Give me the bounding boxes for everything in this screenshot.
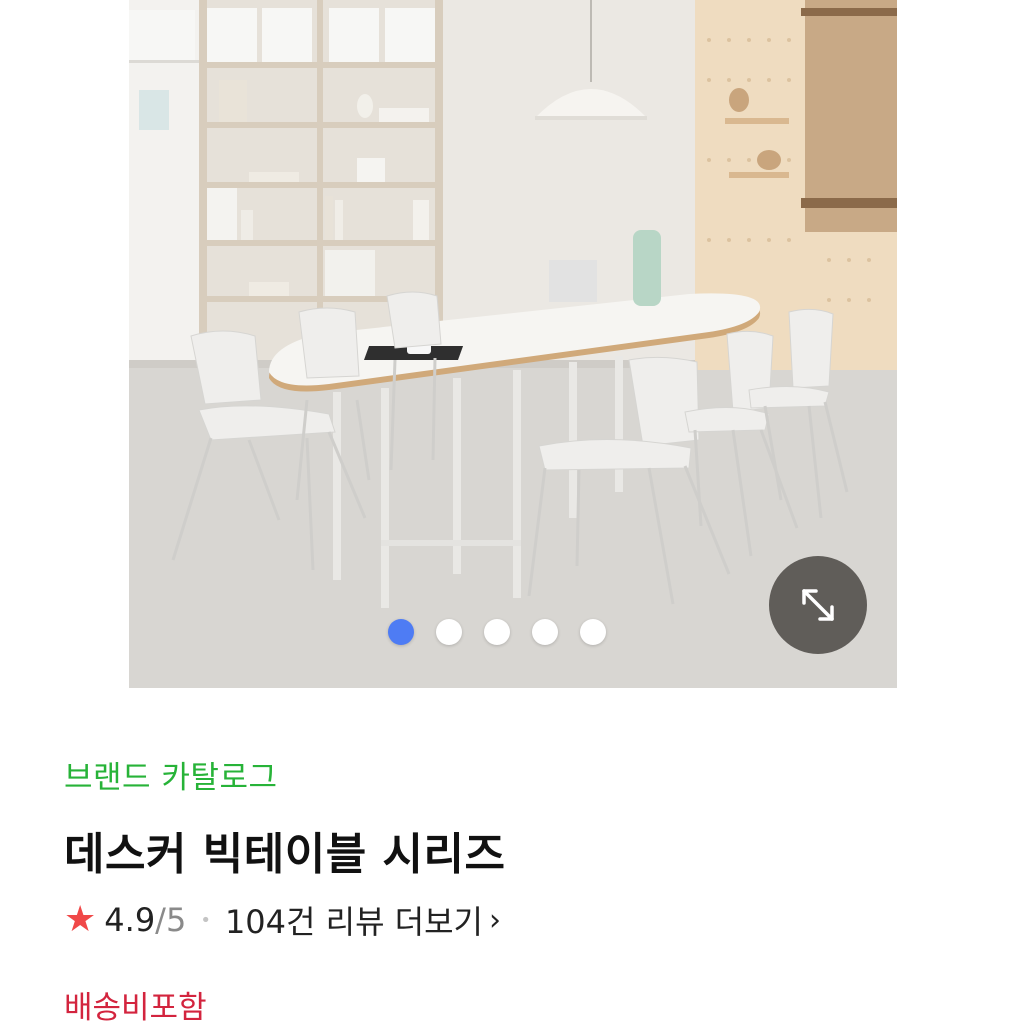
rating-max: /5	[155, 901, 187, 939]
review-more-link[interactable]: 104건 리뷰 더보기 ›	[225, 897, 501, 943]
product-title: 데스커 빅테이블 시리즈	[64, 829, 506, 880]
shipping-info: 배송비포함	[64, 990, 207, 1026]
expand-arrows-icon	[802, 589, 834, 621]
product-image-carousel[interactable]	[129, 0, 897, 688]
chevron-right-icon: ›	[489, 902, 501, 938]
carousel-dot-3[interactable]	[484, 619, 510, 645]
carousel-dot-1[interactable]	[388, 619, 414, 645]
rating-row: ★ 4.9 /5 • 104건 리뷰 더보기 ›	[64, 896, 501, 944]
expand-image-button[interactable]	[769, 556, 867, 654]
carousel-dot-4[interactable]	[532, 619, 558, 645]
carousel-pagination	[129, 619, 881, 645]
carousel-dot-5[interactable]	[580, 619, 606, 645]
review-more-label: 104건 리뷰 더보기	[224, 903, 483, 941]
carousel-dot-2[interactable]	[436, 619, 462, 645]
rating-separator: •	[200, 909, 211, 931]
star-icon: ★	[64, 899, 97, 940]
brand-catalog-link[interactable]: 브랜드 카탈로그	[64, 752, 278, 797]
rating-score: 4.9	[104, 901, 156, 939]
